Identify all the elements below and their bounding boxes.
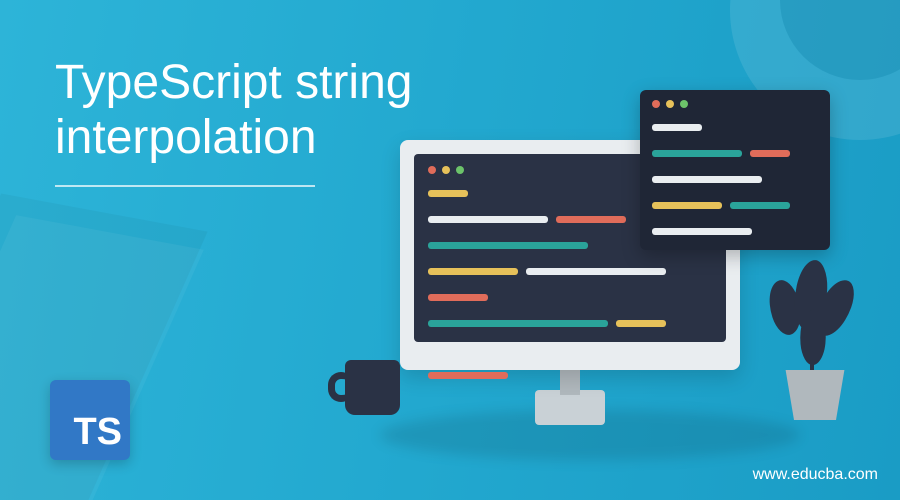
coffee-mug-icon bbox=[345, 360, 400, 415]
hero-banner: TypeScript string interpolation bbox=[0, 0, 900, 500]
code-segment bbox=[428, 294, 488, 301]
code-segment bbox=[652, 124, 702, 131]
code-segment bbox=[652, 228, 752, 235]
title-underline bbox=[55, 185, 315, 187]
code-lines-floating bbox=[652, 118, 818, 241]
window-controls-small bbox=[652, 100, 818, 108]
site-url: www.educba.com bbox=[753, 466, 878, 484]
close-icon bbox=[652, 100, 660, 108]
code-segment bbox=[556, 216, 626, 223]
code-segment bbox=[652, 150, 742, 157]
code-segment bbox=[616, 320, 666, 327]
close-icon bbox=[428, 166, 436, 174]
code-segment bbox=[428, 216, 548, 223]
code-segment bbox=[428, 268, 518, 275]
code-segment bbox=[428, 372, 508, 379]
code-segment bbox=[750, 150, 790, 157]
code-segment bbox=[652, 176, 762, 183]
page-title: TypeScript string interpolation bbox=[55, 55, 412, 165]
code-segment bbox=[428, 346, 558, 353]
title-line-1: TypeScript string bbox=[55, 56, 412, 109]
minimize-icon bbox=[666, 100, 674, 108]
typescript-logo: TS bbox=[50, 380, 130, 460]
typescript-logo-label: TS bbox=[73, 411, 122, 454]
minimize-icon bbox=[442, 166, 450, 174]
maximize-icon bbox=[680, 100, 688, 108]
code-segment bbox=[428, 320, 608, 327]
code-segment bbox=[730, 202, 790, 209]
code-segment bbox=[526, 268, 666, 275]
maximize-icon bbox=[456, 166, 464, 174]
code-segment bbox=[428, 242, 588, 249]
title-line-2: interpolation bbox=[55, 111, 317, 164]
code-editor-floating bbox=[640, 90, 830, 250]
monitor-stand bbox=[535, 390, 605, 425]
plant-pot bbox=[780, 370, 850, 420]
code-segment bbox=[428, 190, 468, 197]
code-segment bbox=[652, 202, 722, 209]
